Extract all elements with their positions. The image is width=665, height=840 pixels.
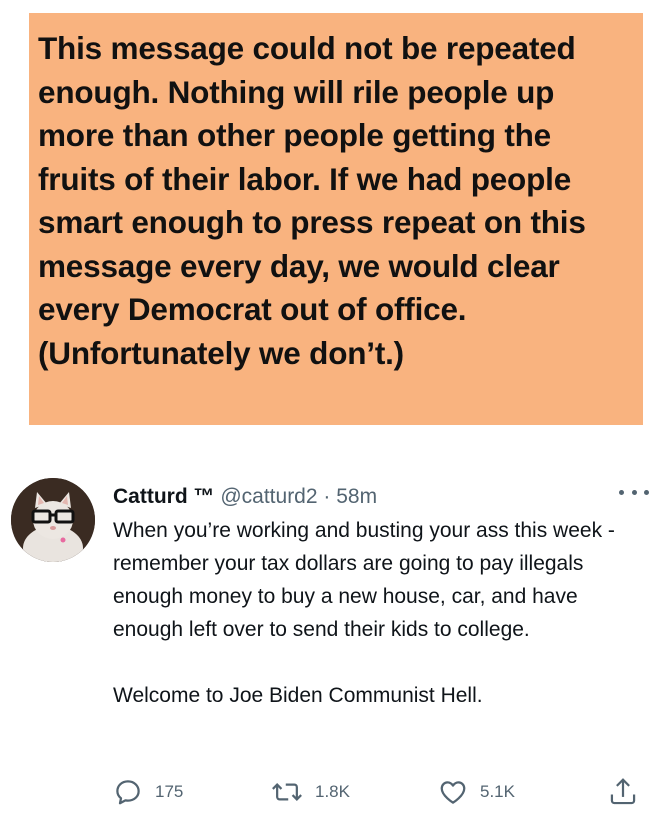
like-button[interactable]: 5.1K (438, 772, 515, 812)
more-icon[interactable] (619, 482, 649, 502)
cat-avatar-image (11, 478, 95, 562)
avatar[interactable] (11, 478, 95, 562)
retweet-icon (272, 783, 302, 801)
separator-dot: · (323, 485, 331, 508)
share-button[interactable] (608, 772, 638, 812)
like-icon (440, 781, 466, 804)
retweet-count: 1.8K (315, 782, 350, 801)
display-name[interactable]: Catturd ™ (113, 485, 215, 508)
tweet-body: When you’re working and busting your ass… (113, 514, 633, 712)
banner-text: This message could not be repeated enoug… (38, 30, 586, 371)
action-bar: 175 1.8K 5.1K (0, 772, 665, 812)
reply-count: 175 (155, 782, 184, 801)
tweet-paragraph: Welcome to Joe Biden Communist Hell. (113, 684, 483, 707)
tweet[interactable]: Catturd ™ @catturd2 · 58m When you’re wo… (0, 470, 665, 840)
tweet-paragraph: When you’re working and busting your ass… (113, 519, 615, 641)
retweet-button[interactable]: 1.8K (271, 772, 350, 812)
share-icon (610, 778, 636, 805)
user-handle[interactable]: @catturd2 (220, 485, 317, 508)
reply-icon (116, 780, 140, 805)
like-count: 5.1K (480, 782, 515, 801)
reply-button[interactable]: 175 (113, 772, 183, 812)
timestamp[interactable]: 58m (336, 485, 377, 508)
tweet-header: Catturd ™ @catturd2 · 58m (113, 480, 645, 514)
quote-banner: This message could not be repeated enoug… (29, 13, 643, 425)
